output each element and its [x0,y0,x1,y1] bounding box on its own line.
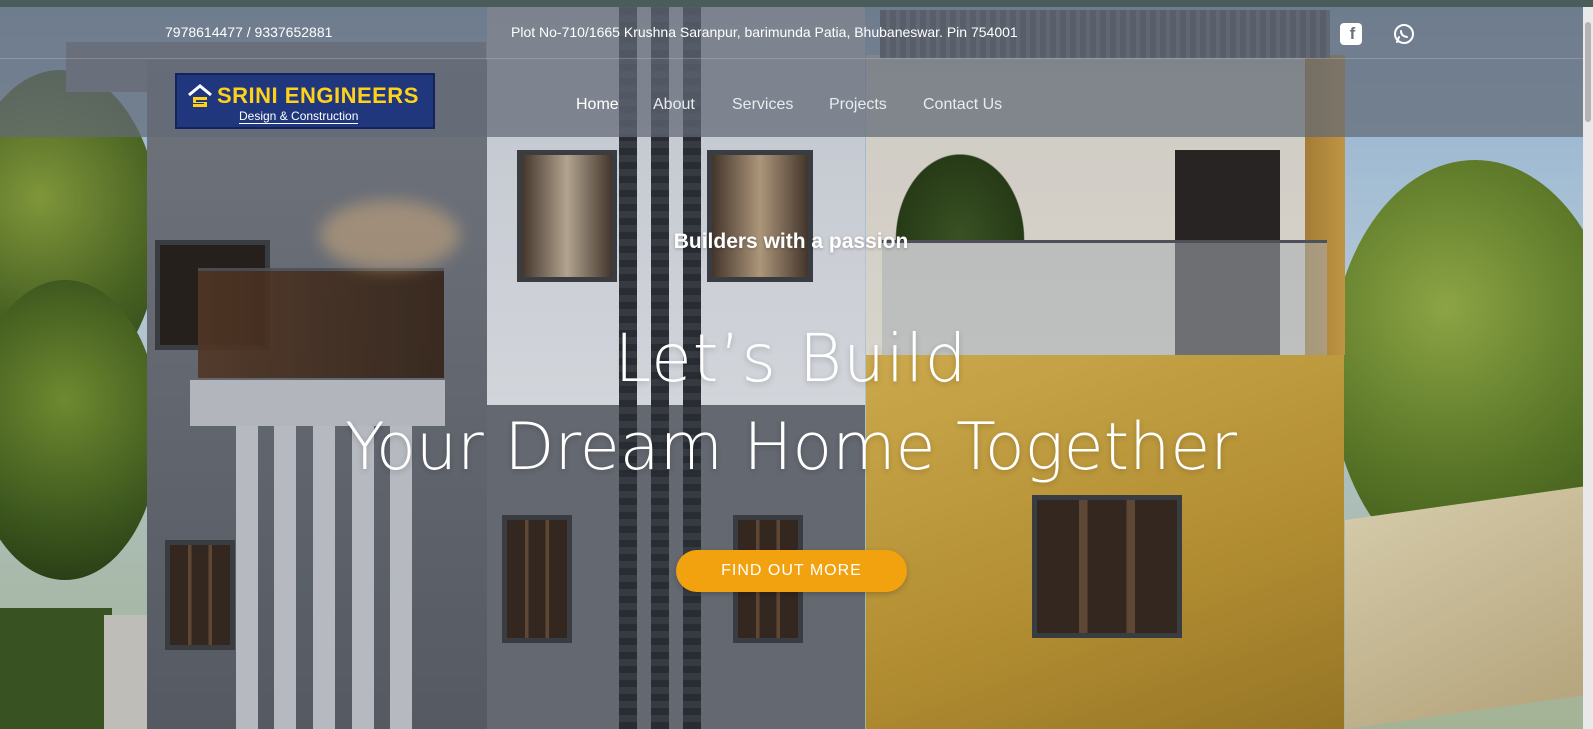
site-logo[interactable]: SRINI ENGINEERS Design & Construction [175,73,435,129]
office-address: Plot No-710/1665 Krushna Saranpur, barim… [511,24,1018,40]
facebook-icon[interactable]: f [1340,23,1362,45]
nav-about[interactable]: About [653,96,695,114]
site-header: 7978614477 / 9337652881 Plot No-710/1665… [0,7,1593,137]
hero-headline-line2: Your Dream Home Together [344,410,1237,485]
scrollbar-thumb[interactable] [1585,22,1591,122]
contact-topbar: 7978614477 / 9337652881 Plot No-710/1665… [0,7,1593,59]
nav-projects[interactable]: Projects [829,96,887,114]
phone-numbers[interactable]: 7978614477 / 9337652881 [165,24,332,40]
hero-headline-line1: Let’s Build [614,320,968,397]
nav-contact-us[interactable]: Contact Us [923,96,1002,114]
logo-name: SRINI ENGINEERS [217,83,419,108]
whatsapp-icon[interactable] [1393,23,1415,45]
logo-tagline: Design & Construction [239,109,359,124]
browser-top-edge [0,0,1593,7]
find-out-more-button[interactable]: FIND OUT MORE [676,550,907,592]
nav-services[interactable]: Services [732,96,793,114]
logo-mark-icon [188,84,212,107]
nav-home[interactable]: Home [576,96,619,114]
hero-kicker: Builders with a passion [673,230,909,253]
